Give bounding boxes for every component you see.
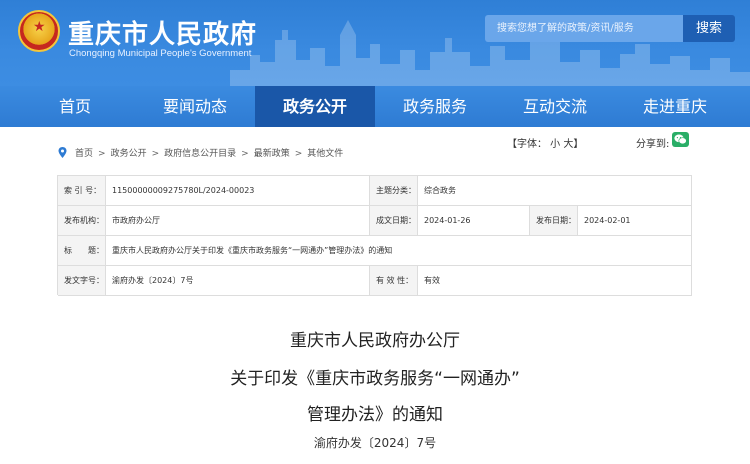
- breadcrumb-separator: >: [294, 149, 303, 159]
- breadcrumb-separator: >: [241, 149, 249, 159]
- document-title-line-1: 重庆市人民政府办公厅: [290, 331, 460, 351]
- breadcrumb-separator: >: [98, 149, 106, 159]
- meta-validity-value: 有效: [418, 266, 692, 296]
- meta-category-value: 综合政务: [418, 176, 692, 206]
- nav-item-home[interactable]: 首页: [15, 86, 135, 127]
- meta-validity-label: 有 效 性：: [370, 266, 418, 296]
- main-nav: 首页 要闻动态 政务公开 政务服务 互动交流 走进重庆: [0, 86, 750, 127]
- meta-created-label: 成文日期：: [370, 206, 418, 236]
- document-title-line-3: 管理办法》的通知: [307, 405, 443, 425]
- meta-title-label: 标 题：: [58, 236, 106, 266]
- search-button[interactable]: 搜索: [683, 15, 735, 42]
- meta-index-value: 11500000009275780L/2024-00023: [106, 176, 370, 206]
- nav-item-interaction[interactable]: 互动交流: [495, 86, 615, 127]
- meta-published-value: 2024-02-01: [578, 206, 692, 236]
- breadcrumb-latest-policy[interactable]: 最新政策: [254, 149, 290, 159]
- meta-issuer-value: 市政府办公厅: [106, 206, 370, 236]
- document-title-line-2: 关于印发《重庆市政务服务“一网通办”: [230, 369, 520, 389]
- nav-item-news[interactable]: 要闻动态: [135, 86, 255, 127]
- meta-docno-label: 发文字号：: [58, 266, 106, 296]
- meta-index-label: 索 引 号：: [58, 176, 106, 206]
- breadcrumb-other-docs[interactable]: 其他文件: [307, 149, 343, 159]
- meta-published-label: 发布日期：: [530, 206, 578, 236]
- search-input[interactable]: 搜索您想了解的政策/资讯/服务: [485, 15, 685, 42]
- location-pin-icon: [58, 147, 67, 158]
- breadcrumb: 首页 > 政务公开 > 政府信息公开目录 > 最新政策 > 其他文件: [58, 147, 343, 161]
- meta-docno-value: 渝府办发〔2024〕7号: [106, 266, 370, 296]
- site-title[interactable]: 重庆市人民政府: [68, 14, 257, 51]
- font-size-toggle[interactable]: 【字体： 小 大】: [507, 135, 583, 150]
- document-number: 渝府办发〔2024〕7号: [313, 436, 437, 450]
- meta-title-value: 重庆市人民政府办公厅关于印发《重庆市政务服务“一网通办”管理办法》的通知: [106, 236, 692, 266]
- city-skyline-decoration: [230, 20, 750, 86]
- share-label: 分享到:: [636, 139, 670, 150]
- document-meta-table: 索 引 号： 11500000009275780L/2024-00023 主题分…: [57, 175, 692, 296]
- meta-category-label: 主题分类：: [370, 176, 418, 206]
- nav-item-gov-affairs-open[interactable]: 政务公开: [255, 86, 375, 127]
- site-subtitle: Chongqing Municipal People's Government: [69, 48, 252, 59]
- nav-item-about-chongqing[interactable]: 走进重庆: [615, 86, 735, 127]
- breadcrumb-catalog[interactable]: 政府信息公开目录: [164, 149, 236, 159]
- meta-created-value: 2024-01-26: [418, 206, 530, 236]
- nav-item-gov-services[interactable]: 政务服务: [375, 86, 495, 127]
- breadcrumb-separator: >: [151, 149, 160, 159]
- breadcrumb-home[interactable]: 首页: [75, 149, 93, 159]
- national-emblem-icon: ★: [18, 10, 60, 52]
- breadcrumb-gov-open[interactable]: 政务公开: [111, 149, 147, 159]
- wechat-share-icon[interactable]: [672, 132, 689, 147]
- site-header: ★ 重庆市人民政府 Chongqing Municipal People's G…: [0, 0, 750, 86]
- meta-issuer-label: 发布机构：: [58, 206, 106, 236]
